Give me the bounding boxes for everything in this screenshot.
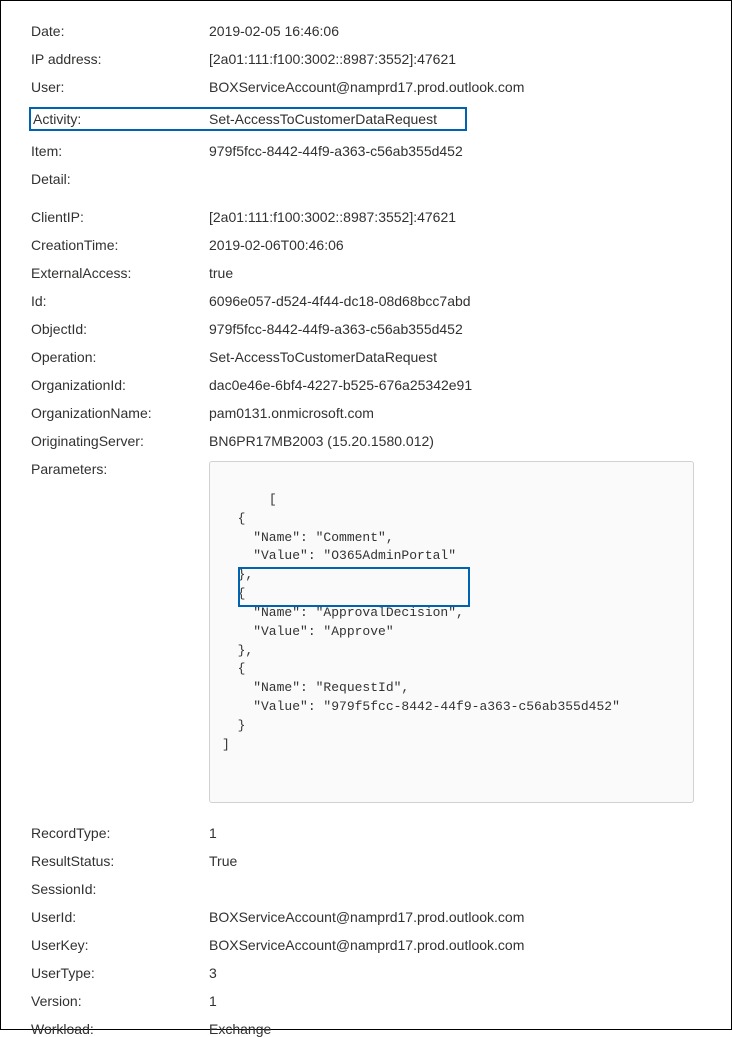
objectid-value: 979f5fcc-8442-44f9-a363-c56ab355d452	[209, 321, 463, 337]
usertype-value: 3	[209, 965, 217, 981]
organizationid-row: OrganizationId: dac0e46e-6bf4-4227-b525-…	[31, 377, 701, 393]
workload-label: Workload:	[31, 1021, 94, 1037]
version-value: 1	[209, 993, 217, 1009]
version-label: Version:	[31, 993, 82, 1009]
detail-row: Detail:	[31, 171, 701, 187]
organizationname-row: OrganizationName: pam0131.onmicrosoft.co…	[31, 405, 701, 421]
sessionid-label: SessionId:	[31, 881, 96, 897]
user-label: User:	[31, 79, 64, 95]
userkey-value: BOXServiceAccount@namprd17.prod.outlook.…	[209, 937, 524, 953]
clientip-row: ClientIP: [2a01:111:f100:3002::8987:3552…	[31, 209, 701, 225]
userid-row: UserId: BOXServiceAccount@namprd17.prod.…	[31, 909, 701, 925]
parameters-label: Parameters:	[31, 461, 107, 477]
operation-label: Operation:	[31, 349, 96, 365]
externalaccess-value: true	[209, 265, 233, 281]
organizationname-value: pam0131.onmicrosoft.com	[209, 405, 374, 421]
detail-label: Detail:	[31, 171, 71, 187]
parameters-code: [ { "Name": "Comment", "Value": "O365Adm…	[209, 461, 694, 803]
userid-label: UserId:	[31, 909, 76, 925]
workload-row: Workload: Exchange	[31, 1021, 701, 1037]
creationtime-label: CreationTime:	[31, 237, 118, 253]
userkey-label: UserKey:	[31, 937, 89, 953]
originatingserver-label: OriginatingServer:	[31, 433, 144, 449]
date-value: 2019-02-05 16:46:06	[209, 23, 339, 39]
date-row: Date: 2019-02-05 16:46:06	[31, 23, 701, 39]
organizationname-label: OrganizationName:	[31, 405, 152, 421]
version-row: Version: 1	[31, 993, 701, 1009]
operation-row: Operation: Set-AccessToCustomerDataReque…	[31, 349, 701, 365]
usertype-row: UserType: 3	[31, 965, 701, 981]
organizationid-value: dac0e46e-6bf4-4227-b525-676a25342e91	[209, 377, 472, 393]
ip-row: IP address: [2a01:111:f100:3002::8987:35…	[31, 51, 701, 67]
objectid-label: ObjectId:	[31, 321, 87, 337]
activity-value: Set-AccessToCustomerDataRequest	[209, 111, 437, 127]
parameters-value: [ { "Name": "Comment", "Value": "O365Adm…	[222, 492, 620, 752]
recordtype-row: RecordType: 1	[31, 825, 701, 841]
ip-label: IP address:	[31, 51, 102, 67]
approval-decision-highlight	[238, 567, 470, 607]
item-row: Item: 979f5fcc-8442-44f9-a363-c56ab355d4…	[31, 143, 701, 159]
recordtype-value: 1	[209, 825, 217, 841]
originatingserver-value: BN6PR17MB2003 (15.20.1580.012)	[209, 433, 434, 449]
operation-value: Set-AccessToCustomerDataRequest	[209, 349, 437, 365]
user-value: BOXServiceAccount@namprd17.prod.outlook.…	[209, 79, 524, 95]
objectid-row: ObjectId: 979f5fcc-8442-44f9-a363-c56ab3…	[31, 321, 701, 337]
activity-label: Activity:	[33, 111, 81, 127]
item-label: Item:	[31, 143, 62, 159]
recordtype-label: RecordType:	[31, 825, 110, 841]
organizationid-label: OrganizationId:	[31, 377, 126, 393]
clientip-label: ClientIP:	[31, 209, 84, 225]
id-label: Id:	[31, 293, 47, 309]
resultstatus-value: True	[209, 853, 237, 869]
activity-row-highlighted: Activity: Set-AccessToCustomerDataReques…	[29, 107, 467, 131]
clientip-value: [2a01:111:f100:3002::8987:3552]:47621	[209, 209, 456, 225]
userid-value: BOXServiceAccount@namprd17.prod.outlook.…	[209, 909, 524, 925]
workload-value: Exchange	[209, 1021, 271, 1037]
user-row: User: BOXServiceAccount@namprd17.prod.ou…	[31, 79, 701, 95]
sessionid-row: SessionId:	[31, 881, 701, 897]
resultstatus-label: ResultStatus:	[31, 853, 114, 869]
creationtime-value: 2019-02-06T00:46:06	[209, 237, 344, 253]
externalaccess-label: ExternalAccess:	[31, 265, 131, 281]
externalaccess-row: ExternalAccess: true	[31, 265, 701, 281]
id-value: 6096e057-d524-4f44-dc18-08d68bcc7abd	[209, 293, 471, 309]
parameters-row: Parameters: [ { "Name": "Comment", "Valu…	[31, 461, 701, 803]
creationtime-row: CreationTime: 2019-02-06T00:46:06	[31, 237, 701, 253]
userkey-row: UserKey: BOXServiceAccount@namprd17.prod…	[31, 937, 701, 953]
ip-value: [2a01:111:f100:3002::8987:3552]:47621	[209, 51, 456, 67]
resultstatus-row: ResultStatus: True	[31, 853, 701, 869]
id-row: Id: 6096e057-d524-4f44-dc18-08d68bcc7abd	[31, 293, 701, 309]
item-value: 979f5fcc-8442-44f9-a363-c56ab355d452	[209, 143, 463, 159]
originatingserver-row: OriginatingServer: BN6PR17MB2003 (15.20.…	[31, 433, 701, 449]
usertype-label: UserType:	[31, 965, 95, 981]
date-label: Date:	[31, 23, 64, 39]
